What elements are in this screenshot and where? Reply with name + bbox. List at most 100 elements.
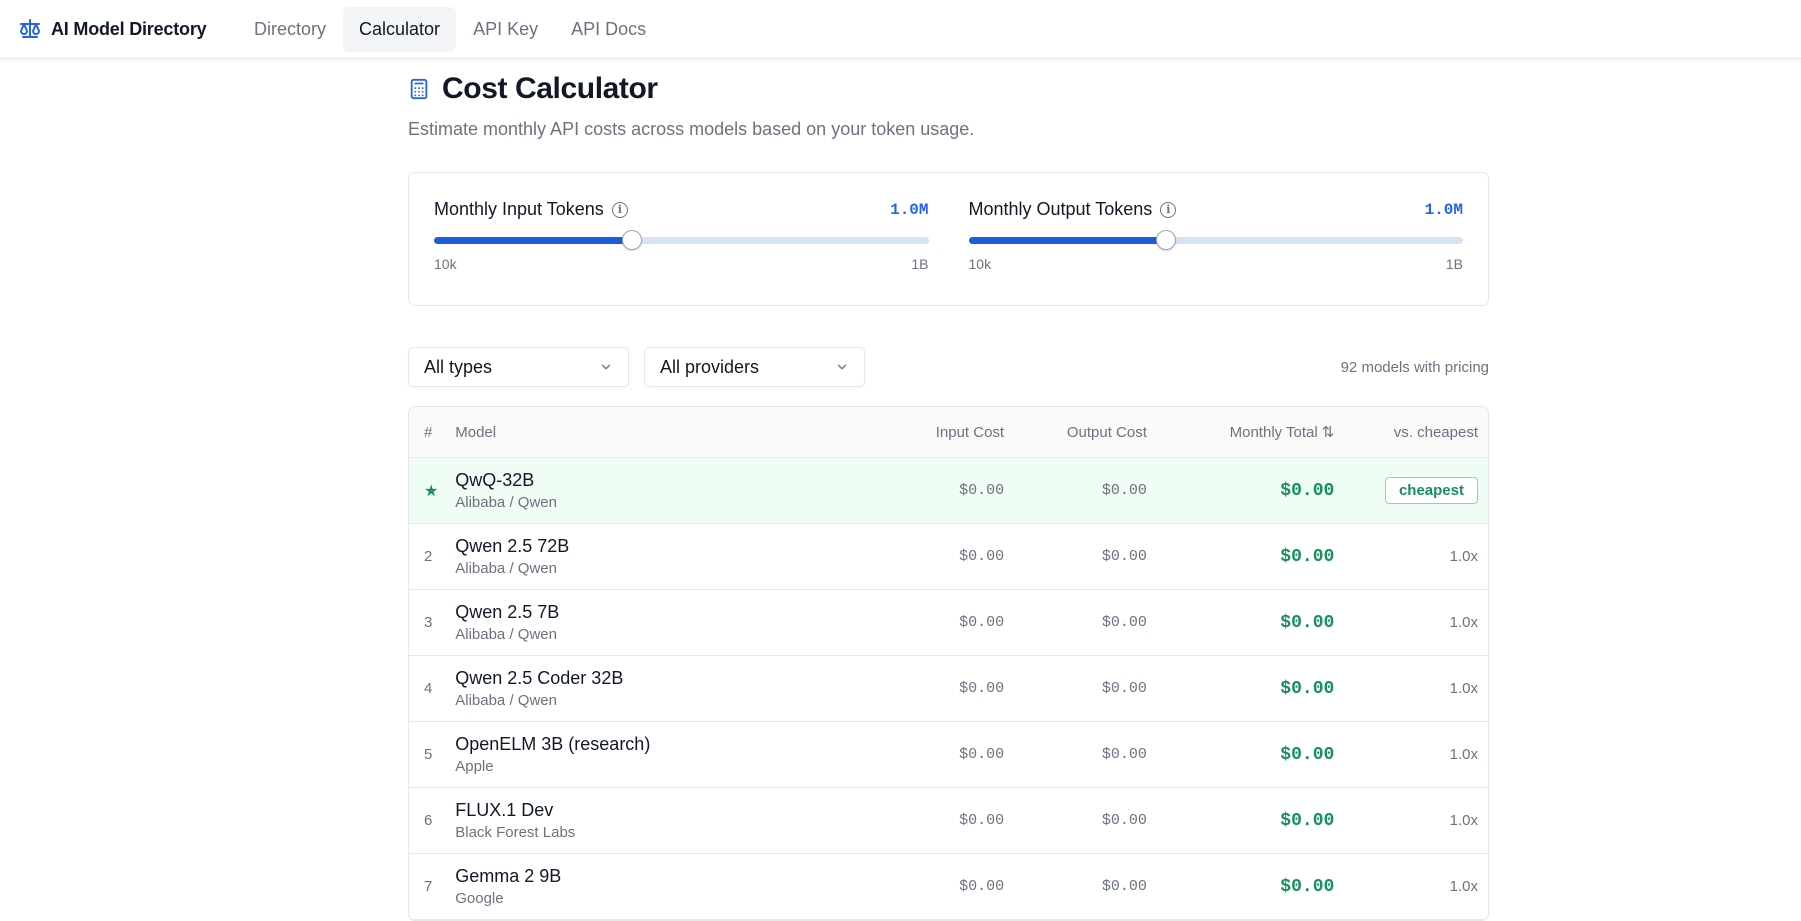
output-tokens-slider-fill xyxy=(968,237,1167,244)
vs-cheapest-ratio: 1.0x xyxy=(1449,547,1478,565)
table-row[interactable]: 5 OpenELM 3B (research) Apple $0.00 $0.0… xyxy=(409,722,1488,788)
model-name[interactable]: OpenELM 3B (research) xyxy=(455,734,803,755)
vs-cheapest-ratio: 1.0x xyxy=(1449,811,1478,829)
input-tokens-slider-group: Monthly Input Tokens i 1.0M 10k 1B xyxy=(434,173,929,305)
info-icon[interactable]: i xyxy=(611,201,628,218)
input-tokens-slider-thumb[interactable] xyxy=(621,230,642,250)
monthly-total: $0.00 xyxy=(1280,678,1335,699)
model-name[interactable]: FLUX.1 Dev xyxy=(455,800,803,821)
output-cost: $0.00 xyxy=(1101,548,1147,565)
input-tokens-slider[interactable] xyxy=(434,230,929,250)
brand-name: AI Model Directory xyxy=(51,18,207,39)
nav-item-api-key[interactable]: API Key xyxy=(457,7,554,52)
header-rank: # xyxy=(424,423,433,441)
output-cost: $0.00 xyxy=(1101,482,1147,499)
model-cell: OpenELM 3B (research) Apple xyxy=(455,734,803,775)
monthly-total: $0.00 xyxy=(1280,480,1335,501)
table-row[interactable]: 6 FLUX.1 Dev Black Forest Labs $0.00 $0.… xyxy=(409,788,1488,854)
model-provider: Black Forest Labs xyxy=(455,824,576,841)
model-name[interactable]: Qwen 2.5 Coder 32B xyxy=(455,668,803,689)
monthly-total: $0.00 xyxy=(1280,612,1335,633)
output-tokens-value: 1.0M xyxy=(1424,200,1463,219)
table-row[interactable]: 2 Qwen 2.5 72B Alibaba / Qwen $0.00 $0.0… xyxy=(409,524,1488,590)
input-tokens-value: 1.0M xyxy=(890,200,929,219)
vs-cheapest-ratio: 1.0x xyxy=(1449,877,1478,895)
table-row[interactable]: 7 Gemma 2 9B Google $0.00 $0.00 $0.00 1.… xyxy=(409,854,1488,920)
vs-cheapest-cell: 1.0x xyxy=(1334,812,1488,830)
vs-cheapest-cell: 1.0x xyxy=(1334,746,1488,764)
cheapest-badge: cheapest xyxy=(1384,477,1478,504)
output-cost: $0.00 xyxy=(1101,812,1147,829)
scale-icon xyxy=(20,19,40,38)
vs-cheapest-cell: 1.0x xyxy=(1334,548,1488,566)
row-rank: 2 xyxy=(424,548,433,565)
model-cell: Qwen 2.5 7B Alibaba / Qwen xyxy=(455,602,803,643)
title-row: Cost Calculator xyxy=(408,72,1489,106)
input-cost: $0.00 xyxy=(959,812,1005,829)
model-cell: QwQ-32B Alibaba / Qwen xyxy=(455,470,803,511)
model-cell: Gemma 2 9B Google xyxy=(455,866,803,907)
row-rank: 7 xyxy=(424,878,433,895)
output-cost: $0.00 xyxy=(1101,614,1147,631)
model-provider: Alibaba / Qwen xyxy=(455,626,557,643)
monthly-total: $0.00 xyxy=(1280,744,1335,765)
model-name[interactable]: QwQ-32B xyxy=(455,470,803,491)
nav-item-calculator[interactable]: Calculator xyxy=(343,6,457,52)
output-tokens-max: 1B xyxy=(1445,256,1463,272)
input-tokens-label: Monthly Input Tokens i xyxy=(434,199,628,220)
top-navigation-bar: AI Model Directory Directory Calculator … xyxy=(0,0,1801,59)
vs-cheapest-cell: 1.0x xyxy=(1334,614,1488,632)
vs-cheapest-cell: 1.0x xyxy=(1334,878,1488,896)
models-count: 92 models with pricing xyxy=(1340,358,1489,376)
model-name[interactable]: Qwen 2.5 7B xyxy=(455,602,803,623)
chevron-down-icon xyxy=(601,364,611,370)
header-model[interactable]: Model xyxy=(455,424,803,441)
page-title: Cost Calculator xyxy=(442,72,658,105)
row-rank: ★ xyxy=(424,482,439,500)
vs-cheapest-ratio: 1.0x xyxy=(1449,613,1478,631)
row-rank: 4 xyxy=(424,680,433,697)
calculator-icon xyxy=(410,78,428,100)
vs-cheapest-ratio: 1.0x xyxy=(1449,679,1478,697)
output-cost: $0.00 xyxy=(1101,746,1147,763)
row-rank: 6 xyxy=(424,812,433,829)
header-output-cost[interactable]: Output Cost xyxy=(1004,424,1147,441)
model-name[interactable]: Gemma 2 9B xyxy=(455,866,803,887)
output-tokens-slider-thumb[interactable] xyxy=(1156,230,1177,250)
header-monthly-total[interactable]: Monthly Total ⇅ xyxy=(1147,423,1335,441)
table-row[interactable]: 4 Qwen 2.5 Coder 32B Alibaba / Qwen $0.0… xyxy=(409,656,1488,722)
sort-icon[interactable]: ⇅ xyxy=(1322,424,1335,441)
brand[interactable]: AI Model Directory xyxy=(18,17,238,41)
main-nav: Directory Calculator API Key API Docs xyxy=(238,0,663,58)
monthly-total: $0.00 xyxy=(1280,876,1335,897)
model-cell: FLUX.1 Dev Black Forest Labs xyxy=(455,800,803,841)
header-input-cost[interactable]: Input Cost xyxy=(803,424,1004,441)
token-sliders-card: Monthly Input Tokens i 1.0M 10k 1B Month… xyxy=(408,172,1489,306)
output-tokens-slider[interactable] xyxy=(968,230,1463,250)
output-tokens-slider-group: Monthly Output Tokens i 1.0M 10k 1B xyxy=(968,173,1463,305)
output-tokens-min: 10k xyxy=(968,256,992,272)
model-name[interactable]: Qwen 2.5 72B xyxy=(455,536,803,557)
vs-cheapest-cell: 1.0x xyxy=(1334,680,1488,698)
model-provider: Apple xyxy=(455,758,494,775)
provider-filter-select[interactable]: All providers xyxy=(644,347,865,387)
row-rank: 5 xyxy=(424,746,433,763)
nav-item-directory[interactable]: Directory xyxy=(238,7,342,52)
output-tokens-label-text: Monthly Output Tokens xyxy=(968,199,1153,219)
info-icon[interactable]: i xyxy=(1160,201,1177,218)
input-cost: $0.00 xyxy=(959,548,1005,565)
table-row[interactable]: ★ QwQ-32B Alibaba / Qwen $0.00 $0.00 $0.… xyxy=(409,458,1488,524)
output-tokens-label: Monthly Output Tokens i xyxy=(969,199,1177,220)
table-header: # Model Input Cost Output Cost Monthly T… xyxy=(409,407,1488,458)
monthly-total: $0.00 xyxy=(1280,810,1335,831)
page-subtitle: Estimate monthly API costs across models… xyxy=(408,119,975,139)
type-filter-value: All types xyxy=(424,356,493,377)
output-cost: $0.00 xyxy=(1101,680,1147,697)
header-monthly-total-label: Monthly Total xyxy=(1229,424,1318,441)
input-cost: $0.00 xyxy=(959,878,1005,895)
table-row[interactable]: 3 Qwen 2.5 7B Alibaba / Qwen $0.00 $0.00… xyxy=(409,590,1488,656)
input-cost: $0.00 xyxy=(959,680,1005,697)
input-tokens-label-text: Monthly Input Tokens xyxy=(434,199,604,219)
nav-item-api-docs[interactable]: API Docs xyxy=(555,7,662,52)
type-filter-select[interactable]: All types xyxy=(408,347,629,387)
